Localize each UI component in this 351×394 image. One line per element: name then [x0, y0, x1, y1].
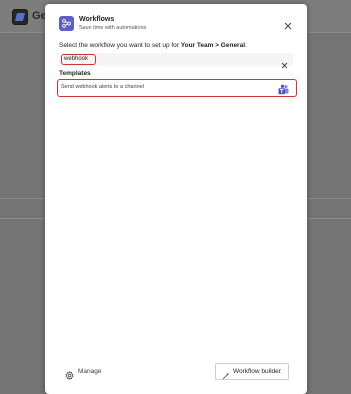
clear-search-button[interactable] [281, 56, 288, 69]
dialog-header: Workflows Save time with automations [59, 16, 293, 40]
workflows-dialog: Workflows Save time with automations Sel… [45, 4, 307, 394]
template-item-webhook-alerts[interactable]: Send webhook alerts to a channel [57, 79, 297, 97]
search-value: webhook [64, 55, 89, 62]
manage-label: Manage [78, 368, 102, 375]
templates-heading: Templates [59, 70, 91, 77]
gear-icon [65, 367, 74, 380]
workflow-builder-button[interactable]: Workflow builder [215, 363, 289, 380]
clear-icon [281, 62, 288, 69]
dialog-subtitle: Save time with automations [79, 25, 147, 31]
search-input[interactable]: webhook [59, 53, 293, 69]
dialog-title: Workflows [79, 16, 115, 23]
workflow-icon [59, 16, 74, 31]
instruction-suffix: . [245, 42, 247, 49]
sparkle-icon [222, 367, 230, 380]
workflow-builder-label: Workflow builder [233, 368, 281, 375]
teams-icon [278, 82, 289, 95]
instruction-text: Select the workflow you want to set up f… [59, 42, 247, 49]
template-label: Send webhook alerts to a channel [61, 84, 144, 90]
close-icon [284, 22, 292, 30]
instruction-prefix: Select the workflow you want to set up f… [59, 42, 181, 49]
app-icon [12, 9, 28, 25]
instruction-target: Your Team > General [180, 42, 246, 49]
close-button[interactable] [283, 18, 293, 30]
